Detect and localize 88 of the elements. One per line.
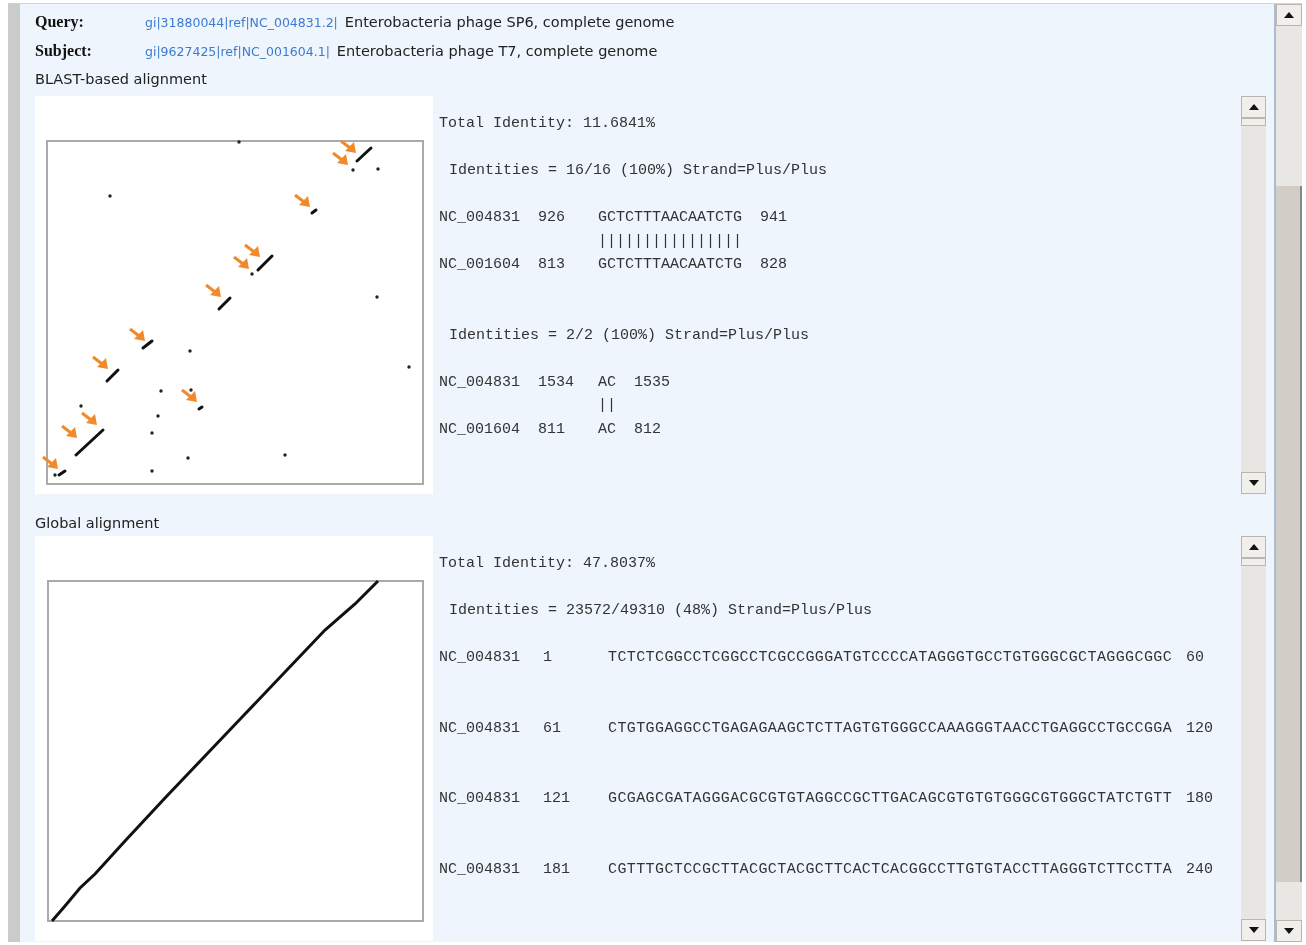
- sequence-link[interactable]: gi|31880044|ref|NC_004831.2|: [145, 8, 338, 37]
- end-position: 812: [634, 420, 662, 438]
- pointer-arrow: [81, 411, 97, 425]
- match-bars: ||||||||||||||||: [598, 232, 743, 250]
- alignment-dot: [79, 404, 83, 408]
- total-identity: Total Identity: 47.8037%: [439, 554, 657, 574]
- scrollbar[interactable]: [1241, 536, 1266, 941]
- alignment-segment: [57, 469, 67, 477]
- sequence-text: CTGTGGAGGCCTGAGAGAAGCTCTTAGTGTGGGCCAAAGGGTAACCTGAGGCCTGCCGGA: [608, 718, 1173, 739]
- pointer-arrow: [181, 388, 197, 402]
- start-position: 926: [538, 208, 566, 228]
- alignment-dot: [283, 453, 287, 457]
- alignment-dot: [407, 365, 411, 369]
- sequence-text: AC: [598, 373, 616, 391]
- pointer-arrow: [244, 243, 260, 257]
- pointer-arrow: [233, 255, 249, 269]
- alignment-dot: [376, 167, 380, 171]
- sequence-link[interactable]: gi|9627425|ref|NC_001604.1|: [145, 37, 330, 66]
- alignment-segment: [74, 428, 105, 457]
- identities-line: Identities = 2/2 (100%) Strand=Plus/Plus: [448, 325, 811, 346]
- section-title: BLAST-based alignment: [35, 70, 208, 89]
- alignment-dot: [188, 349, 192, 353]
- pointer-arrow: [42, 455, 58, 469]
- alignment-dot: [159, 389, 163, 393]
- sequence-text: GCTCTTTAACAATCTG: [598, 209, 743, 226]
- sequence-id: NC_004831: [439, 718, 521, 739]
- pointer-arrow: [332, 151, 348, 165]
- sequence-text: AC: [598, 420, 616, 438]
- sequence-description: Enterobacteria phage T7, complete genome: [336, 42, 658, 61]
- match-bars: ||: [598, 397, 616, 414]
- sequence-id: NC_004831: [439, 372, 521, 393]
- start-position: 1534: [538, 372, 575, 393]
- start-position: 181: [543, 859, 571, 880]
- alignment-segment: [355, 146, 373, 163]
- sequence-id: NC_004831: [439, 789, 521, 809]
- alignment-dot: [189, 388, 193, 392]
- identities-line: Identities = 16/16 (100%) Strand=Plus/Plus: [448, 161, 829, 181]
- pointer-arrow: [61, 424, 77, 438]
- alignment-dot: [237, 140, 241, 144]
- sequence-id: NC_004831: [439, 208, 521, 228]
- alignment-segment: [217, 296, 232, 311]
- end-position: 240: [1186, 859, 1214, 880]
- alignment-dot: [108, 194, 112, 198]
- sequence-text: GCTCTTTAACAATCTG: [598, 256, 743, 273]
- sequence-id: NC_001604: [439, 419, 521, 440]
- start-position: 61: [543, 718, 562, 739]
- alignment-segment: [256, 254, 274, 272]
- scrollbar[interactable]: [1274, 4, 1302, 942]
- start-position: 813: [538, 255, 566, 275]
- alignment-dot: [375, 295, 379, 299]
- sequence-text: TCTCTCGGCCTCGGCCTCGCCGGGATGTCCCCATAGGGTGCCTGTGGGCGCTAGGGCGGC: [608, 648, 1173, 668]
- end-position: 941: [760, 209, 788, 226]
- field-label: Subject:: [35, 41, 93, 62]
- total-identity: Total Identity: 11.6841%: [439, 114, 657, 134]
- pointer-arrow: [340, 139, 356, 153]
- sequence-description: Enterobacteria phage SP6, complete genome: [344, 13, 675, 32]
- end-position: 180: [1186, 789, 1214, 809]
- end-position: 60: [1186, 648, 1205, 668]
- start-position: 1: [543, 648, 553, 668]
- sequence-text: GCGAGCGATAGGGACGCGTGTAGGCCGCTTGACAGCGTGTGTGGGCGTGGGCTATCTGTT: [608, 789, 1173, 809]
- pointer-arrow: [129, 327, 145, 341]
- sequence-id: NC_001604: [439, 255, 521, 275]
- pointer-arrow: [205, 283, 221, 297]
- alignment-segment: [197, 405, 204, 411]
- alignment-dot: [156, 414, 160, 418]
- sequence-id: NC_004831: [439, 859, 521, 880]
- end-position: 120: [1186, 718, 1214, 739]
- scrollbar[interactable]: [1241, 96, 1266, 494]
- start-position: 811: [538, 419, 566, 440]
- alignment-dot: [186, 456, 190, 460]
- alignment-dot: [150, 469, 154, 473]
- alignment-dot: [250, 272, 254, 276]
- end-position: 1535: [634, 373, 671, 391]
- alignment-dot: [150, 431, 154, 435]
- alignment-dot: [351, 168, 355, 172]
- sequence-id: NC_004831: [439, 648, 521, 668]
- section-title: Global alignment: [35, 514, 161, 533]
- pointer-arrow: [294, 193, 310, 207]
- identities-line: Identities = 23572/49310 (48%) Strand=Plus/Plus: [448, 601, 874, 621]
- alignment-segment: [141, 339, 154, 350]
- pointer-arrow: [92, 355, 108, 369]
- end-position: 828: [760, 256, 788, 273]
- alignment-segment: [105, 368, 120, 383]
- alignment-segment: [310, 208, 318, 215]
- start-position: 121: [543, 789, 571, 809]
- field-label: Query:: [35, 12, 85, 33]
- sequence-text: CGTTTGCTCCGCTTACGCTACGCTTCACTCACGGCCTTGTGTACCTTAGGGTCTTCCTTA: [608, 859, 1173, 880]
- alignment-dot: [53, 473, 57, 477]
